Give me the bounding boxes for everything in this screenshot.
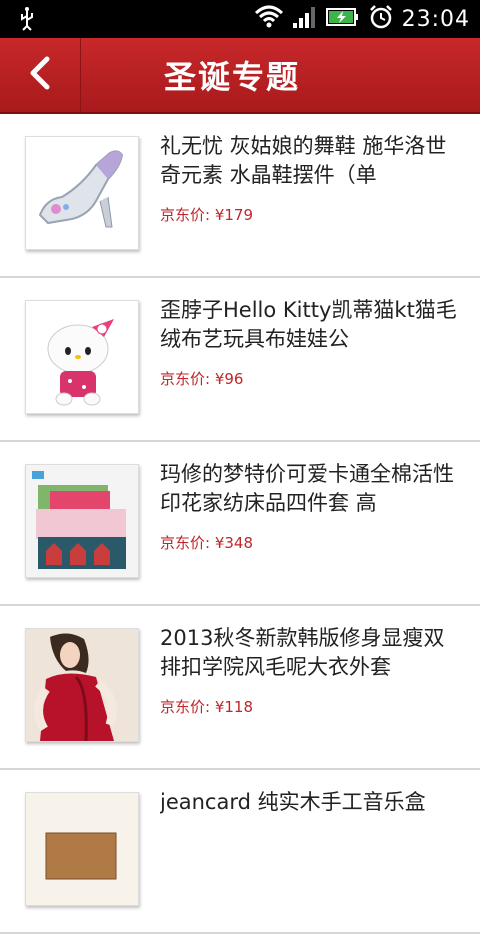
product-price: 京东价: ¥118: [160, 698, 253, 716]
product-image: [25, 464, 139, 578]
list-item[interactable]: 玛修的梦特价可爱卡通全棉活性印花家纺床品四件套 高 京东价: ¥348: [0, 442, 480, 606]
status-time: 23:04: [401, 6, 470, 32]
page-title: 圣诞专题: [164, 58, 301, 96]
product-name: 歪脖子Hello Kitty凯蒂猫kt猫毛绒布艺玩具布娃娃公: [160, 298, 457, 351]
product-name: 玛修的梦特价可爱卡通全棉活性印花家纺床品四件套 高: [160, 462, 454, 515]
product-name: 礼无忧 灰姑娘的舞鞋 施华洛世奇元素 水晶鞋摆件（单: [160, 134, 447, 187]
product-image: [25, 628, 139, 742]
product-list[interactable]: 礼无忧 灰姑娘的舞鞋 施华洛世奇元素 水晶鞋摆件（单 京东价: ¥179 歪脖子…: [0, 114, 480, 934]
list-item[interactable]: jeancard 纯实木手工音乐盒: [0, 770, 480, 934]
product-price: 京东价: ¥348: [160, 534, 253, 552]
wifi-icon: [254, 5, 284, 33]
list-item[interactable]: 歪脖子Hello Kitty凯蒂猫kt猫毛绒布艺玩具布娃娃公 京东价: ¥96: [0, 278, 480, 442]
product-price: 京东价: ¥179: [160, 206, 253, 224]
product-image: [25, 300, 139, 414]
usb-icon: [14, 6, 40, 32]
product-price: 京东价: ¥96: [160, 370, 244, 388]
title-bar: 圣诞专题: [0, 38, 480, 114]
chevron-left-icon: [28, 56, 52, 94]
product-image: [25, 792, 139, 906]
product-name: jeancard 纯实木手工音乐盒: [160, 790, 426, 814]
product-image: [25, 136, 139, 250]
list-item[interactable]: 礼无忧 灰姑娘的舞鞋 施华洛世奇元素 水晶鞋摆件（单 京东价: ¥179: [0, 114, 480, 278]
battery-charging-icon: [325, 6, 360, 32]
list-item[interactable]: 2013秋冬新款韩版修身显瘦双排扣学院风毛呢大衣外套 京东价: ¥118: [0, 606, 480, 770]
status-bar: 23:04: [0, 0, 480, 38]
signal-icon: [292, 5, 318, 33]
back-button[interactable]: [0, 38, 81, 112]
alarm-icon: [368, 4, 394, 34]
product-name: 2013秋冬新款韩版修身显瘦双排扣学院风毛呢大衣外套: [160, 626, 445, 679]
